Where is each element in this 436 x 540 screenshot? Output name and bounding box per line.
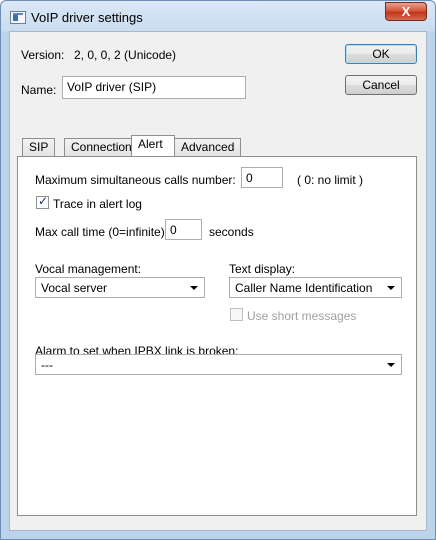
text-display-label: Text display: [229, 262, 296, 276]
max-time-label: Max call time (0=infinite) [35, 225, 165, 239]
max-calls-hint: ( 0: no limit ) [297, 173, 364, 187]
short-messages-label: Use short messages [247, 309, 357, 323]
version-label: Version: [21, 48, 65, 62]
close-icon: X [401, 4, 411, 19]
version-value: 2, 0, 0, 2 (Unicode) [74, 48, 177, 62]
max-calls-input[interactable]: 0 [241, 167, 283, 188]
close-button[interactable]: X [385, 2, 427, 21]
cancel-button[interactable]: Cancel [345, 75, 417, 95]
name-label: Name: [21, 83, 57, 97]
name-input[interactable]: VoIP driver (SIP) [62, 76, 246, 99]
dialog-window: VoIP driver settings X Version: 2, 0, 0,… [0, 0, 436, 540]
tab-alert[interactable]: Alert [131, 135, 175, 156]
vocal-management-select[interactable]: Vocal server [35, 277, 205, 298]
trace-checkbox[interactable] [36, 194, 49, 209]
short-messages-checkbox[interactable] [230, 308, 243, 321]
chevron-down-icon [190, 286, 198, 290]
chevron-down-icon [387, 363, 395, 367]
max-time-unit: seconds [209, 225, 254, 239]
max-time-input[interactable]: 0 [165, 219, 202, 240]
text-display-select[interactable]: Caller Name Identification [229, 277, 402, 298]
tab-advanced[interactable]: Advanced [174, 138, 242, 156]
alarm-value: --- [41, 358, 53, 372]
max-calls-label: Maximum simultaneous calls number: [35, 173, 236, 187]
text-display-value: Caller Name Identification [235, 281, 373, 295]
vocal-management-label: Vocal management: [35, 262, 142, 276]
trace-label[interactable]: Trace in alert log [53, 197, 142, 211]
window-title: VoIP driver settings [31, 10, 143, 25]
vocal-management-value: Vocal server [41, 281, 108, 295]
tab-sip[interactable]: SIP [22, 138, 56, 156]
tab-connection[interactable]: Connection [64, 138, 139, 156]
app-icon [10, 11, 26, 24]
ok-button[interactable]: OK [345, 44, 417, 64]
alarm-select[interactable]: --- [35, 354, 402, 375]
title-bar[interactable]: VoIP driver settings X [1, 1, 435, 31]
chevron-down-icon [387, 286, 395, 290]
